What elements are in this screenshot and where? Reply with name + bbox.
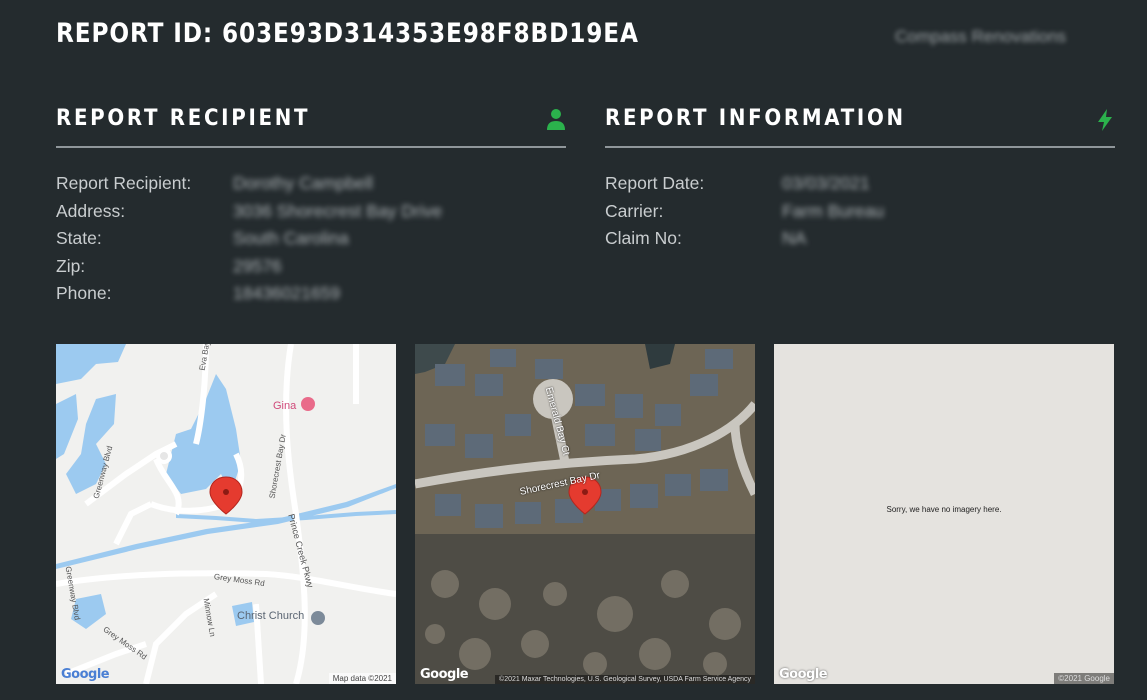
company-name: Compass Renovations <box>895 27 1067 46</box>
report-information-section: REPORT INFORMATION Report Date: 03/03/20… <box>605 106 1115 253</box>
field-row-report-date: Report Date: 03/03/2021 <box>605 170 1115 198</box>
field-row-recipient: Report Recipient: Dorothy Campbell <box>56 170 566 198</box>
field-row-address: Address: 3036 Shorecrest Bay Drive <box>56 198 566 226</box>
field-label: Carrier: <box>605 200 664 221</box>
map-attribution: ©2021 Maxar Technologies, U.S. Geologica… <box>495 675 755 684</box>
satellite-graphic <box>415 344 755 684</box>
section-header: REPORT RECIPIENT <box>56 106 566 148</box>
field-row-claim-no: Claim No: NA <box>605 225 1115 253</box>
field-value: 18436021659 <box>233 283 341 304</box>
field-label: Report Recipient: <box>56 173 192 194</box>
no-imagery-message: Sorry, we have no imagery here. <box>886 505 1002 514</box>
section-header: REPORT INFORMATION <box>605 106 1115 148</box>
map-attribution: ©2021 Google <box>1054 673 1114 684</box>
field-value: South Carolina <box>233 228 349 249</box>
field-row-zip: Zip: 29576 <box>56 253 566 281</box>
field-row-phone: Phone: 18436021659 <box>56 280 566 308</box>
map-label-gina: Gina <box>273 400 297 412</box>
report-title: REPORT ID: 603E93D314353E98F8BD19EA <box>56 18 639 49</box>
satellite-tile[interactable]: Emerald Bay Ct Shorecrest Bay Dr Google … <box>415 344 755 684</box>
section-title: REPORT INFORMATION <box>605 106 906 131</box>
field-label: State: <box>56 228 102 249</box>
google-logo: Google <box>61 667 110 682</box>
field-value: 03/03/2021 <box>782 173 870 194</box>
section-title: REPORT RECIPIENT <box>56 106 311 131</box>
field-label: Phone: <box>56 283 112 304</box>
field-value: 29576 <box>233 255 282 276</box>
recipient-fields: Report Recipient: Dorothy Campbell Addre… <box>56 170 566 308</box>
information-fields: Report Date: 03/03/2021 Carrier: Farm Bu… <box>605 170 1115 253</box>
field-label: Claim No: <box>605 228 682 249</box>
field-value: Farm Bureau <box>782 200 885 221</box>
field-value: 3036 Shorecrest Bay Drive <box>233 200 443 221</box>
google-logo: Google <box>779 667 828 682</box>
report-recipient-section: REPORT RECIPIENT Report Recipient: Dorot… <box>56 106 566 308</box>
google-logo: Google <box>420 667 469 682</box>
field-label: Address: <box>56 200 126 221</box>
map-attribution: Map data ©2021 <box>328 673 396 684</box>
map-label-church: Christ Church <box>237 610 305 622</box>
roadmap-tile[interactable]: Eva Bay Dr Gina Shorecrest Bay Dr Greenw… <box>56 344 396 684</box>
field-row-carrier: Carrier: Farm Bureau <box>605 198 1115 226</box>
field-value: NA <box>782 228 807 249</box>
field-row-state: State: South Carolina <box>56 225 566 253</box>
streetview-tile[interactable]: Sorry, we have no imagery here. Google ©… <box>774 344 1114 684</box>
field-label: Zip: <box>56 255 86 276</box>
lightning-bolt-icon <box>1098 109 1112 131</box>
user-icon <box>547 109 565 130</box>
field-label: Report Date: <box>605 173 705 194</box>
field-value: Dorothy Campbell <box>233 173 374 194</box>
